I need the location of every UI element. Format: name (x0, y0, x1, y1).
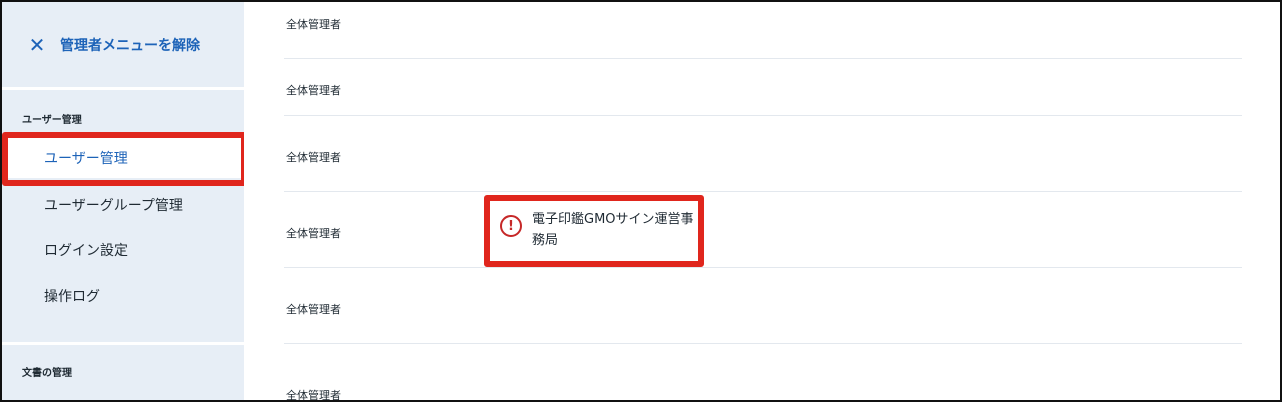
document-management-section: 文書の管理 … (2, 342, 244, 400)
role-label: 全体管理者 (286, 151, 341, 164)
table-row[interactable]: 全体管理者 (284, 116, 1242, 192)
role-label: 全体管理者 (286, 18, 341, 31)
table-row[interactable]: 全体管理者 (284, 2, 1242, 59)
table-row[interactable]: 全体管理者 (284, 268, 1242, 344)
sidebar-item-login-settings[interactable]: ログイン設定 (2, 230, 244, 270)
sidebar-item-user-management[interactable]: ユーザー管理 (2, 138, 244, 178)
role-label: 全体管理者 (286, 389, 341, 402)
role-label: 全体管理者 (286, 303, 341, 316)
section-heading-document-management: 文書の管理 (22, 368, 72, 379)
table-row[interactable]: 全体管理者 (284, 344, 1242, 402)
exit-admin-menu-label: 管理者メニューを解除 (60, 37, 200, 54)
notice-text: 電子印鑑GMOサイン運営事務局 (532, 212, 694, 248)
exit-admin-menu-button[interactable]: ✕ 管理者メニューを解除 (2, 2, 244, 90)
role-label: 全体管理者 (286, 84, 341, 97)
sidebar-item-user-group-management[interactable]: ユーザーグループ管理 (2, 185, 244, 225)
user-management-section: ユーザー管理 ユーザー管理 ユーザーグループ管理 ログイン設定 操作ログ (2, 93, 244, 339)
app-window: ✕ 管理者メニューを解除 ユーザー管理 ユーザー管理 ユーザーグループ管理 ログ… (0, 0, 1282, 402)
table-row[interactable]: 全体管理者 (284, 59, 1242, 116)
user-list: 全体管理者 全体管理者 全体管理者 全体管理者 全体管理者 全体管理者 (244, 2, 1280, 402)
section-heading-user-management: ユーザー管理 (22, 115, 82, 126)
table-row[interactable]: 全体管理者 (284, 192, 1242, 268)
close-icon: ✕ (28, 32, 46, 57)
role-label: 全体管理者 (286, 227, 341, 240)
admin-sidebar: ✕ 管理者メニューを解除 ユーザー管理 ユーザー管理 ユーザーグループ管理 ログ… (2, 2, 244, 400)
sidebar-item-operation-log[interactable]: 操作ログ (2, 276, 244, 316)
exclamation-circle-icon: ! (500, 215, 522, 237)
service-operator-notice: ! 電子印鑑GMOサイン運営事務局 (484, 195, 704, 267)
